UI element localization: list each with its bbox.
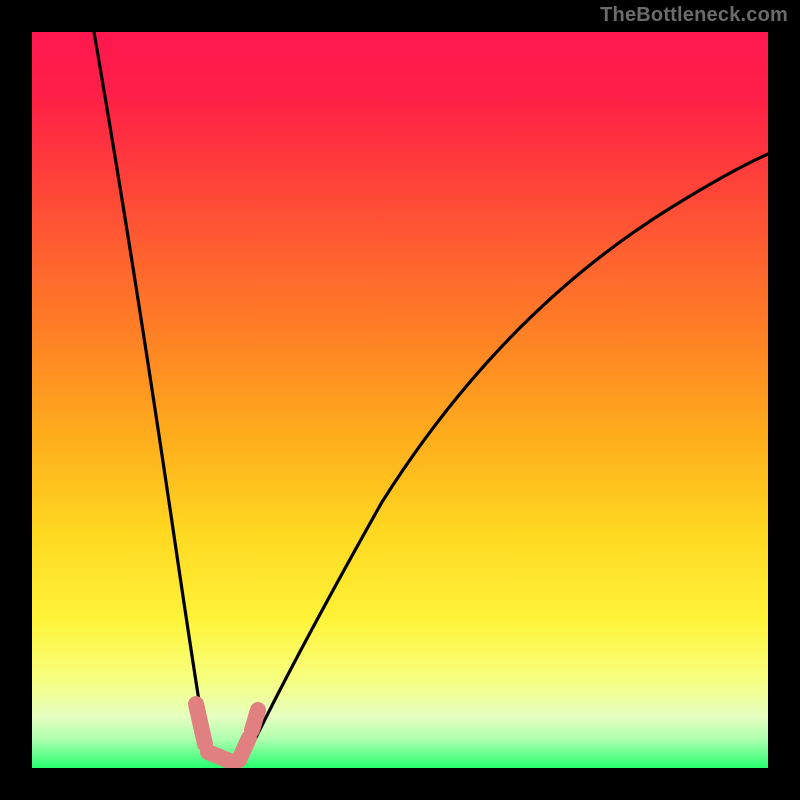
curve-left-branch <box>94 32 208 757</box>
attribution-text: TheBottleneck.com <box>600 4 788 27</box>
highlight-marker <box>252 710 258 730</box>
chart-frame: TheBottleneck.com <box>0 0 800 800</box>
chart-curves-svg <box>32 32 768 768</box>
highlight-marker <box>196 704 205 744</box>
highlight-marker <box>239 738 249 760</box>
highlight-marker <box>208 752 232 762</box>
curve-right-branch <box>246 154 768 758</box>
chart-plot-area <box>32 32 768 768</box>
